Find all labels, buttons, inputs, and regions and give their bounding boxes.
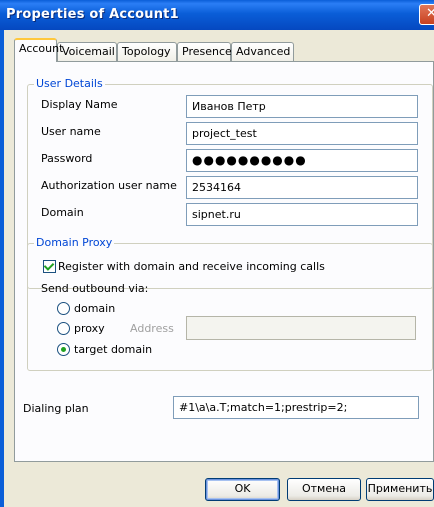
- dialing-plan-field[interactable]: #1\a\a.T;match=1;prestrip=2;: [173, 396, 419, 419]
- tab-voicemail[interactable]: Voicemail: [57, 42, 117, 61]
- tab-topology[interactable]: Topology: [117, 42, 177, 61]
- address-label: Address: [130, 322, 174, 335]
- apply-button[interactable]: Применить: [366, 478, 434, 501]
- tab-advanced[interactable]: Advanced: [231, 42, 294, 61]
- send-outbound-label: Send outbound via:: [41, 282, 149, 295]
- register-label[interactable]: Register with domain and receive incomin…: [58, 260, 325, 273]
- tab-presence[interactable]: Presence: [177, 42, 232, 61]
- display-name-field[interactable]: Иванов Петр: [186, 95, 418, 118]
- radio-target-domain-label[interactable]: target domain: [74, 343, 152, 356]
- password-label: Password: [41, 152, 93, 165]
- radio-proxy-label[interactable]: proxy: [74, 322, 105, 335]
- close-icon[interactable]: ✕: [419, 4, 434, 25]
- auth-user-name-label: Authorization user name: [41, 179, 177, 192]
- window-title: Properties of Account1: [6, 7, 179, 22]
- checkmark-icon: [43, 260, 55, 271]
- auth-user-name-field[interactable]: 2534164: [186, 176, 418, 199]
- user-name-field[interactable]: project_test: [186, 122, 418, 145]
- user-details-legend: User Details: [34, 77, 105, 90]
- tab-account[interactable]: Account: [14, 38, 63, 62]
- dialing-plan-label: Dialing plan: [23, 402, 89, 415]
- display-name-label: Display Name: [41, 98, 118, 111]
- domain-proxy-legend: Domain Proxy: [34, 236, 115, 249]
- domain-field[interactable]: sipnet.ru: [186, 203, 418, 226]
- radio-target-domain[interactable]: [57, 343, 70, 356]
- user-name-label: User name: [41, 125, 101, 138]
- domain-label: Domain: [41, 206, 84, 219]
- radio-proxy[interactable]: [57, 322, 70, 335]
- ok-button[interactable]: OK: [205, 478, 280, 501]
- proxy-address-field[interactable]: [186, 316, 416, 340]
- window-frame-edge: [0, 30, 4, 507]
- account-tab-panel: User Details Display Name Иванов Петр Us…: [14, 61, 434, 462]
- properties-dialog: Properties of Account1 ✕ Account Voicema…: [0, 0, 434, 507]
- cancel-button[interactable]: Отмена: [287, 478, 361, 501]
- password-field[interactable]: ●●●●●●●●●●: [186, 149, 418, 172]
- radio-selected-dot: [61, 347, 66, 352]
- radio-domain-label[interactable]: domain: [74, 302, 115, 315]
- register-checkbox[interactable]: [43, 260, 56, 273]
- title-bar[interactable]: Properties of Account1 ✕: [0, 0, 434, 30]
- radio-domain[interactable]: [57, 302, 70, 315]
